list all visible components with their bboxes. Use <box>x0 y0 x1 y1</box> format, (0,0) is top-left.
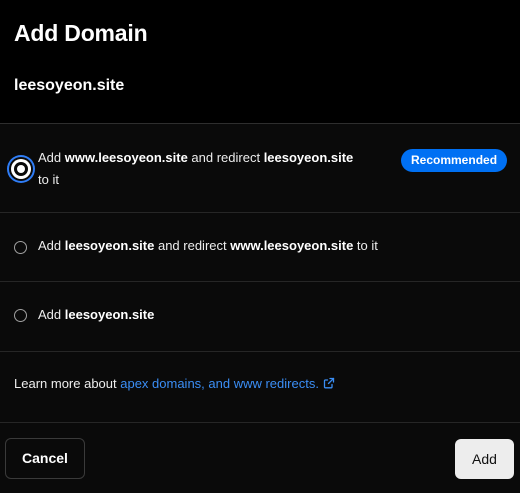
dialog-footer: Cancel Add <box>0 422 520 493</box>
radio-apex-only[interactable] <box>14 309 27 322</box>
external-link-icon <box>323 377 335 392</box>
learn-more-text: Learn more about apex domains, and www r… <box>14 376 335 392</box>
option-3-text: Add leesoyeon.site <box>38 304 154 326</box>
option-1-text-c: and redirect <box>187 150 264 165</box>
option-1-text: Add www.leesoyeon.site and redirect lees… <box>38 147 388 191</box>
dialog-header: Add Domain leesoyeon.site <box>0 0 520 123</box>
option-www-redirect-apex[interactable]: Add www.leesoyeon.site and redirect lees… <box>0 124 520 213</box>
dialog-title: Add Domain <box>14 20 148 46</box>
cancel-button[interactable]: Cancel <box>5 438 85 479</box>
apex-domains-link-label: apex domains, and www redirects. <box>120 376 319 391</box>
option-2-text-a: Add <box>38 238 65 253</box>
option-1-text-a: Add <box>38 150 65 165</box>
options-panel: Add www.leesoyeon.site and redirect lees… <box>0 123 520 493</box>
learn-more-prefix: Learn more about <box>14 376 121 391</box>
option-3-domain-apex: leesoyeon.site <box>64 307 155 322</box>
option-2-domain-www: www.leesoyeon.site <box>230 238 354 253</box>
option-apex-redirect-www[interactable]: Add leesoyeon.site and redirect www.lees… <box>0 213 520 282</box>
radio-www-redirect-apex[interactable] <box>11 159 31 179</box>
option-1-domain-www: www.leesoyeon.site <box>64 150 188 165</box>
add-button[interactable]: Add <box>455 439 514 479</box>
radio-apex-redirect-www[interactable] <box>14 241 27 254</box>
option-1-domain-apex: leesoyeon.site <box>263 150 354 165</box>
option-apex-only[interactable]: Add leesoyeon.site <box>0 282 520 352</box>
domain-name: leesoyeon.site <box>14 77 125 94</box>
option-3-text-a: Add <box>38 307 65 322</box>
option-2-text: Add leesoyeon.site and redirect www.lees… <box>38 235 378 257</box>
option-2-text-c: and redirect <box>154 238 231 253</box>
option-2-domain-apex: leesoyeon.site <box>64 238 155 253</box>
apex-domains-link[interactable]: apex domains, and www redirects. <box>120 376 335 391</box>
option-1-text-e: to it <box>38 172 59 187</box>
recommended-badge: Recommended <box>401 149 508 172</box>
option-2-text-e: to it <box>353 238 378 253</box>
